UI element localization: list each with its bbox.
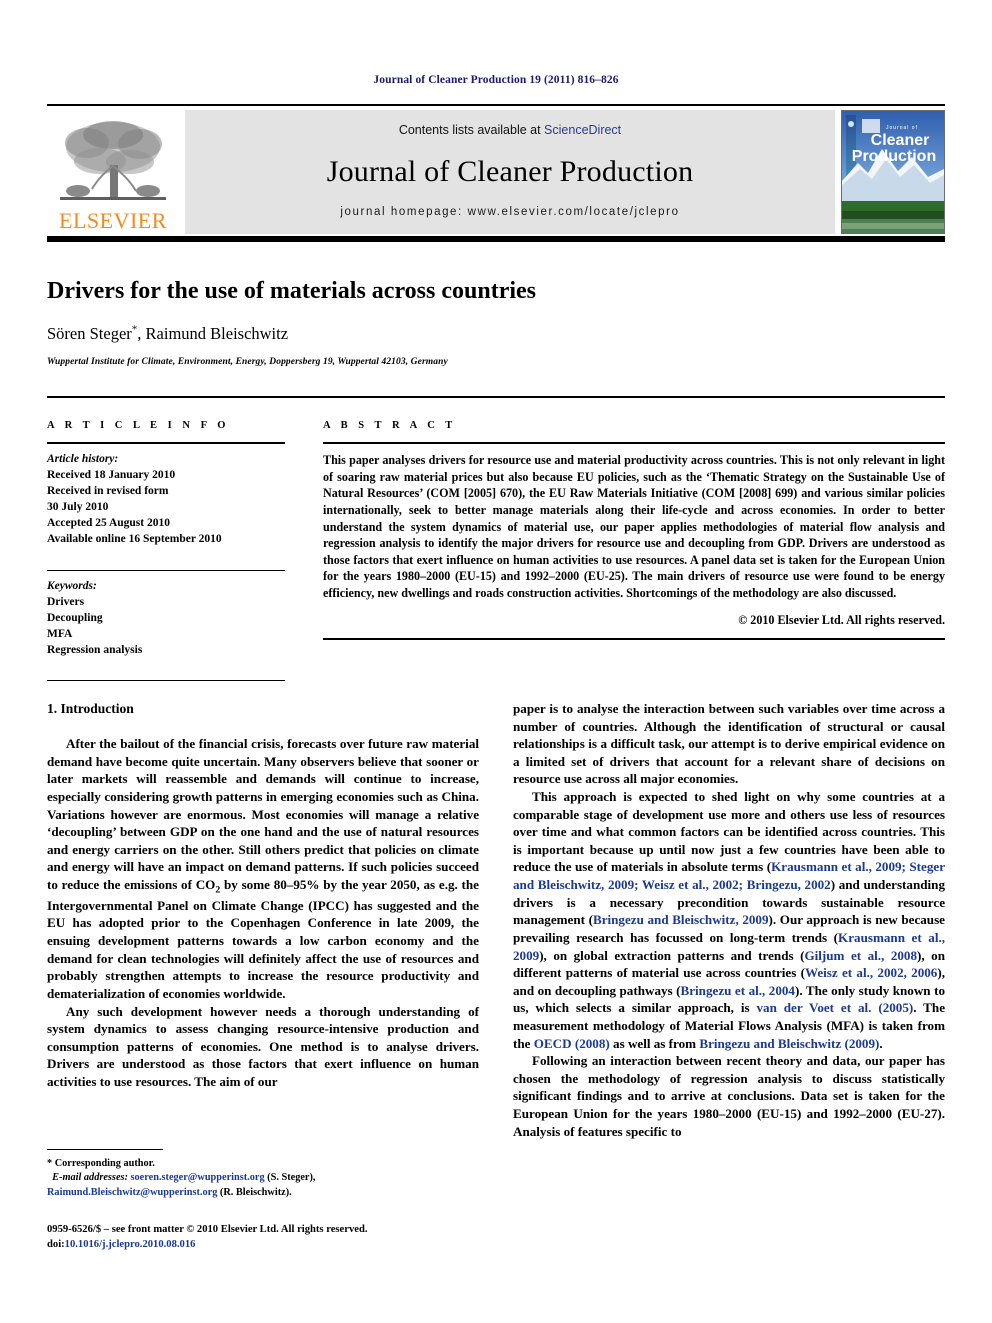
email-link-bleischwitz[interactable]: Raimund.Bleischwitz@wupperinst.org: [47, 1187, 217, 1198]
keyword-item: MFA: [47, 627, 73, 640]
history-item: Received 18 January 2010: [47, 469, 176, 482]
contents-available-line: Contents lists available at ScienceDirec…: [399, 123, 621, 137]
title-bottom-rule: [47, 396, 945, 398]
citation-link[interactable]: OECD (2008): [534, 1036, 610, 1051]
corresponding-author-note: * Corresponding author.: [47, 1158, 155, 1169]
email-owner-bleischwitz: (R. Bleischwitz).: [217, 1186, 292, 1198]
article-info-heading: A R T I C L E I N F O: [47, 420, 230, 431]
citation-link[interactable]: van der Voet et al. (2005): [756, 1000, 913, 1015]
section-heading-introduction: 1. Introduction: [47, 701, 134, 716]
article-title-block: Drivers for the use of materials across …: [47, 278, 945, 367]
journal-title: Journal of Cleaner Production: [326, 154, 694, 188]
issn-front-matter-line: 0959-6526/$ – see front matter © 2010 El…: [47, 1224, 368, 1235]
article-info-column: A R T I C L E I N F O Article history: R…: [47, 420, 285, 682]
citation-link[interactable]: Krausmann et al., 2009; Steger and Bleis…: [513, 859, 945, 892]
svg-text:Cleaner: Cleaner: [871, 132, 930, 149]
body-column-left: 1. Introduction After the bailout of the…: [47, 700, 479, 1091]
body-paragraph: After the bailout of the financial crisi…: [47, 736, 479, 1001]
abstract-bottom-rule: [323, 637, 945, 640]
journal-band: Contents lists available at ScienceDirec…: [185, 110, 835, 234]
keyword-item: Drivers: [47, 595, 85, 608]
running-head: Journal of Cleaner Production 19 (2011) …: [373, 74, 619, 86]
history-item: 30 July 2010: [47, 501, 109, 514]
citation-link[interactable]: Bringezu and Bleischwitz, 2009: [593, 912, 769, 927]
body-paragraph: Any such development however needs a tho…: [47, 1003, 479, 1089]
email-addresses-line: E-mail addresses: soeren.steger@wupperin…: [47, 1171, 479, 1200]
masthead-bottom-rule: [47, 236, 945, 242]
abstract-text: This paper analyses drivers for resource…: [323, 453, 945, 600]
history-item: Available online 16 September 2010: [47, 533, 222, 546]
citation-link[interactable]: Bringezu et al., 2004: [681, 983, 795, 998]
page-title: Drivers for the use of materials across …: [47, 278, 536, 304]
doi-link[interactable]: 10.1016/j.jclepro.2010.08.016: [65, 1239, 196, 1250]
body-column-right: paper is to analyse the interaction betw…: [513, 700, 945, 1140]
email-link-steger[interactable]: soeren.steger@wupperinst.org: [131, 1172, 265, 1183]
elsevier-logo: ELSEVIER: [47, 110, 179, 234]
elsevier-tree-icon: [54, 117, 172, 209]
contents-prefix-label: Contents lists available at: [398, 123, 545, 137]
body-paragraph: This approach is expected to shed light …: [513, 789, 946, 1051]
abstract-heading: A B S T R A C T: [323, 420, 457, 431]
abstract-copyright: © 2010 Elsevier Ltd. All rights reserved…: [738, 612, 945, 627]
journal-cover-thumbnail: Journal of Cleaner Production: [841, 110, 945, 234]
journal-homepage-link[interactable]: journal homepage: www.elsevier.com/locat…: [340, 206, 679, 218]
article-history-block: Article history: Received 18 January 201…: [47, 444, 285, 548]
svg-text:Journal of: Journal of: [886, 125, 918, 131]
doi-label: doi:: [47, 1239, 65, 1251]
affiliation: Wuppertal Institute for Climate, Environ…: [47, 357, 448, 368]
footnote-block: * Corresponding author. E-mail addresses…: [47, 1149, 479, 1200]
article-info-bottom-rule: [47, 680, 285, 682]
email-owner-steger: (S. Steger),: [264, 1172, 316, 1184]
author-names: Sören Steger*, Raimund Bleischwitz: [47, 323, 289, 344]
keyword-item: Decoupling: [47, 611, 103, 624]
journal-masthead: ELSEVIER Contents lists available at Sci…: [47, 104, 945, 234]
footnote-text: * Corresponding author. E-mail addresses…: [47, 1157, 479, 1200]
corresponding-author-marker: *: [131, 323, 138, 336]
citation-link[interactable]: Weisz et al., 2002, 2006: [805, 965, 937, 980]
sciencedirect-link[interactable]: ScienceDirect: [544, 123, 621, 137]
citation-link[interactable]: Giljum et al., 2008: [804, 948, 917, 963]
body-paragraph: Following an interaction between recent …: [513, 1053, 945, 1139]
history-item: Received in revised form: [47, 485, 169, 498]
email-addresses-label: E-mail addresses:: [52, 1172, 128, 1184]
author-list: Sören Steger*, Raimund Bleischwitz: [47, 324, 945, 345]
keywords-label: Keywords:: [47, 579, 97, 592]
keywords-block: Keywords: Drivers Decoupling MFA Regress…: [47, 571, 285, 658]
citation-link[interactable]: Bringezu and Bleischwitz (2009): [699, 1036, 879, 1051]
keyword-item: Regression analysis: [47, 643, 143, 656]
elsevier-wordmark: ELSEVIER: [59, 208, 167, 233]
abstract-column: A B S T R A C T This paper analyses driv…: [323, 420, 945, 640]
imprint-block: 0959-6526/$ – see front matter © 2010 El…: [47, 1222, 487, 1253]
svg-text:Production: Production: [852, 148, 936, 165]
doi-line: doi:10.1016/j.jclepro.2010.08.016: [47, 1237, 487, 1252]
footnote-rule: [47, 1149, 163, 1150]
journal-article-page: Journal of Cleaner Production 19 (2011) …: [0, 0, 992, 1323]
body-paragraph: paper is to analyse the interaction betw…: [513, 701, 945, 787]
article-history-label: Article history:: [47, 453, 119, 465]
history-item: Accepted 25 August 2010: [47, 517, 170, 530]
